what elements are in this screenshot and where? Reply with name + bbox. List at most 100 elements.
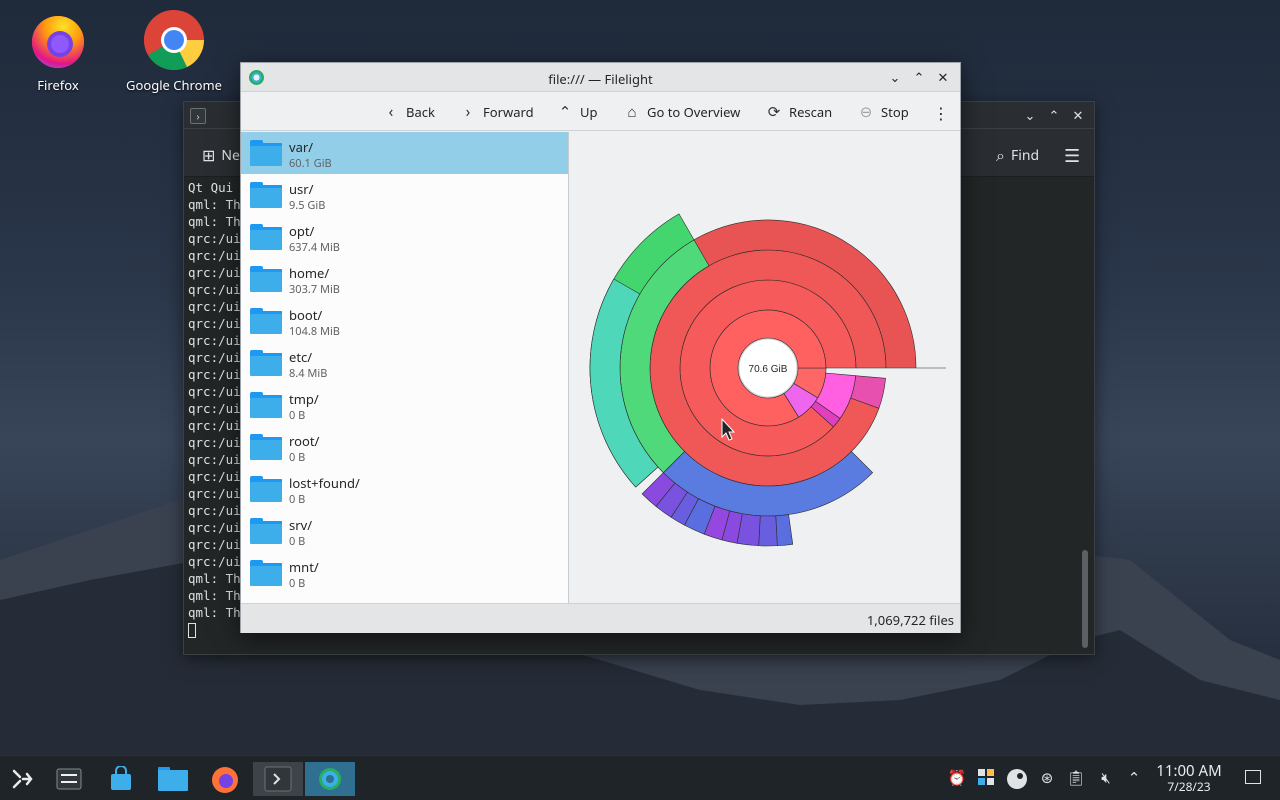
filelight-task[interactable]	[305, 762, 355, 796]
overview-label: Go to Overview	[647, 103, 741, 121]
show-desktop-button[interactable]	[1245, 770, 1261, 784]
folder-row[interactable]: home/303.7 MiB	[241, 258, 568, 300]
alarm-icon[interactable]: ⏰	[947, 768, 967, 788]
system-settings-launcher[interactable]	[49, 762, 89, 796]
settings-sliders-icon	[56, 768, 82, 790]
back-button[interactable]: ‹ Back	[382, 102, 435, 122]
folder-row[interactable]: srv/0 B	[241, 510, 568, 552]
close-icon[interactable]: ✕	[934, 68, 952, 86]
radial-segment-blue-outer[interactable]	[758, 515, 778, 547]
close-icon[interactable]: ✕	[1070, 106, 1086, 124]
folder-icon	[250, 224, 282, 250]
filelight-window[interactable]: file:/// — Filelight ⌄ ⌃ ✕ ‹ Back › Forw…	[240, 62, 961, 633]
overflow-menu-button[interactable]: ⋮	[933, 102, 949, 124]
folder-name: etc/	[289, 348, 313, 366]
firefox-icon	[32, 16, 84, 68]
kde-connect-icon[interactable]	[976, 768, 996, 788]
terminal-icon	[264, 766, 292, 792]
radial-segment-blue-outer[interactable]	[775, 514, 794, 547]
folder-name: tmp/	[289, 390, 319, 408]
new-tab-label: Ne	[221, 145, 240, 165]
chrome-icon	[143, 9, 204, 71]
find-button[interactable]: ⌕ Find	[996, 144, 1039, 166]
folder-row[interactable]: usr/9.5 GiB	[241, 174, 568, 216]
terminal-app-icon: ›	[190, 108, 206, 124]
taskbar: ⏰ ⊛ 📋︎ 🔇︎ ⌃ 11:00 AM 7/28/23	[0, 755, 1280, 800]
folder-icon	[250, 140, 282, 166]
forward-label: Forward	[483, 103, 534, 121]
maximize-icon[interactable]: ⌃	[910, 68, 928, 86]
folder-row[interactable]: etc/8.4 MiB	[241, 342, 568, 384]
forward-button[interactable]: › Forward	[459, 102, 534, 122]
folder-icon	[250, 266, 282, 292]
folder-name: boot/	[289, 306, 323, 324]
chevron-up-icon[interactable]: ⌃	[1124, 768, 1144, 788]
desktop-icon-firefox[interactable]: Firefox	[8, 8, 108, 94]
folder-name: opt/	[289, 222, 315, 240]
folder-size: 8.4 MiB	[289, 366, 328, 381]
folder-row[interactable]: opt/637.4 MiB	[241, 216, 568, 258]
folder-row[interactable]: var/60.1 GiB	[241, 132, 568, 174]
maximize-icon[interactable]: ⌃	[1046, 106, 1062, 124]
updates-icon[interactable]: ⊛	[1037, 768, 1057, 788]
folder-name: home/	[289, 264, 330, 282]
rescan-button[interactable]: ⟳ Rescan	[765, 102, 833, 122]
steamdeck-launcher-icon	[12, 769, 33, 789]
terminal-scrollbar[interactable]	[1082, 550, 1088, 648]
folder-size: 9.5 GiB	[289, 198, 326, 213]
up-button[interactable]: ⌃ Up	[556, 102, 598, 122]
konsole-task[interactable]	[253, 762, 303, 796]
folder-row[interactable]: root/0 B	[241, 426, 568, 468]
folder-size: 0 B	[289, 576, 306, 591]
forward-arrow-icon: ›	[465, 102, 471, 122]
folder-name: lost+found/	[289, 474, 360, 492]
firefox-launcher[interactable]	[205, 762, 245, 796]
folder-size: 0 B	[289, 408, 306, 423]
clock-date: 7/28/23	[1167, 778, 1211, 795]
refresh-icon: ⟳	[767, 102, 781, 122]
steam-icon[interactable]	[1006, 768, 1027, 789]
desktop-icon-label: Google Chrome	[126, 76, 222, 94]
firefox-icon	[212, 767, 238, 793]
dolphin-launcher[interactable]	[153, 762, 193, 796]
volume-muted-icon[interactable]: 🔇︎	[1096, 768, 1116, 788]
desktop-icon-chrome[interactable]: Google Chrome	[124, 8, 224, 94]
new-tab-icon: ⊞	[202, 144, 216, 166]
go-to-overview-button[interactable]: ⌂ Go to Overview	[623, 102, 740, 122]
folder-row[interactable]: mnt/0 B	[241, 552, 568, 594]
chevron-down-icon[interactable]: ⌄	[1022, 106, 1038, 124]
folder-size: 0 B	[289, 534, 306, 549]
hamburger-menu-button[interactable]: ☰	[1064, 144, 1080, 168]
clock[interactable]: 11:00 AM 7/28/23	[1150, 763, 1228, 794]
folder-icon	[250, 476, 282, 502]
new-tab-button[interactable]: ⊞ Ne	[202, 144, 240, 166]
rescan-label: Rescan	[789, 103, 833, 121]
desktop-icon-label: Firefox	[37, 76, 79, 94]
folder-icon	[158, 767, 188, 791]
folder-icon	[250, 434, 282, 460]
shopping-bag-icon	[111, 766, 131, 790]
stop-button[interactable]: ⊖ Stop	[857, 102, 909, 122]
up-label: Up	[580, 103, 598, 121]
stop-label: Stop	[881, 103, 909, 121]
minimize-icon[interactable]: ⌄	[886, 68, 904, 86]
clipboard-icon[interactable]: 📋︎	[1066, 768, 1086, 788]
stop-icon: ⊖	[859, 102, 873, 122]
folder-icon	[250, 560, 282, 586]
find-label: Find	[1010, 145, 1040, 165]
folder-size: 0 B	[289, 492, 306, 507]
disk-usage-radial-map[interactable]: 70.6 GiB	[570, 132, 960, 603]
window-title: file:/// — Filelight	[548, 70, 653, 88]
filelight-titlebar[interactable]: file:/// — Filelight ⌄ ⌃ ✕	[241, 63, 960, 92]
cursor	[188, 623, 196, 638]
discover-launcher[interactable]	[101, 762, 141, 796]
folder-row[interactable]: boot/104.8 MiB	[241, 300, 568, 342]
folder-row[interactable]: tmp/0 B	[241, 384, 568, 426]
folder-row[interactable]: lost+found/0 B	[241, 468, 568, 510]
folder-icon	[250, 182, 282, 208]
folder-name: root/	[289, 432, 320, 450]
folder-list[interactable]: var/60.1 GiB usr/9.5 GiB opt/637.4 MiB home…	[241, 132, 569, 603]
status-bar: 1,069,722 files	[241, 603, 960, 633]
app-launcher-button[interactable]	[2, 762, 42, 796]
radial-map-svg[interactable]: 70.6 GiB	[570, 132, 960, 603]
